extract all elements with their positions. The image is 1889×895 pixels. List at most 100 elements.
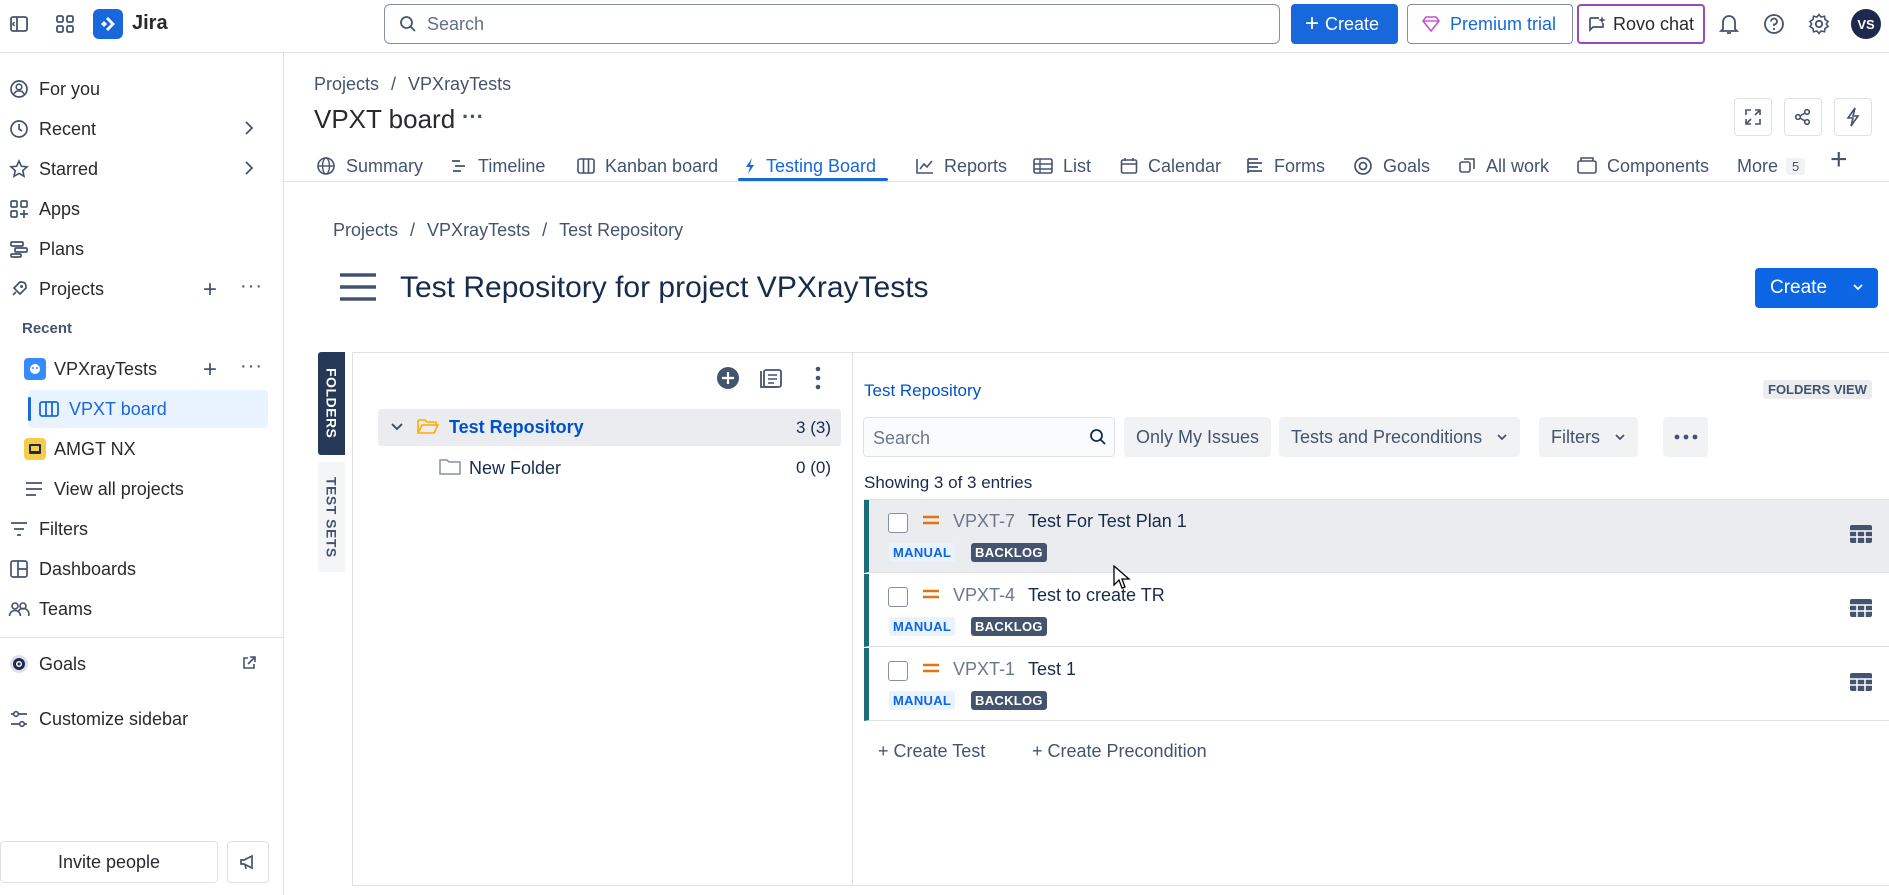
sidebar-divider xyxy=(0,637,284,638)
issue-summary[interactable]: Test For Test Plan 1 xyxy=(1028,511,1187,532)
sidebar-item-teams[interactable]: Teams xyxy=(0,590,284,628)
test-details-table-icon[interactable] xyxy=(1849,672,1873,692)
row-checkbox[interactable] xyxy=(888,587,908,607)
global-search-input[interactable]: Search xyxy=(384,4,1280,44)
folder-node-test-repository[interactable]: Test Repository 3 (3) xyxy=(378,409,841,446)
more-actions-button[interactable] xyxy=(1663,417,1708,457)
tab-goals[interactable]: Goals xyxy=(1353,150,1430,182)
avatar[interactable]: VS xyxy=(1851,9,1881,39)
sidebar-item-plans[interactable]: Plans xyxy=(0,230,284,268)
breadcrumb-project[interactable]: VPXrayTests xyxy=(427,220,530,241)
tests-search-input[interactable]: Search xyxy=(863,417,1115,457)
test-details-table-icon[interactable] xyxy=(1849,524,1873,544)
tab-label: All work xyxy=(1486,155,1550,176)
breadcrumb-test-repository[interactable]: Test Repository xyxy=(559,220,683,241)
more-options-icon[interactable]: ··· xyxy=(240,355,263,378)
external-link-icon[interactable] xyxy=(241,655,257,671)
issue-key[interactable]: VPXT-7 xyxy=(953,511,1015,532)
table-row[interactable]: VPXT-4 Test to create TR MANUAL BACKLOG xyxy=(864,574,1889,647)
sidebar-item-customize[interactable]: Customize sidebar xyxy=(0,700,284,738)
sidebar-item-recent[interactable]: Recent xyxy=(0,110,284,148)
automation-button[interactable] xyxy=(1834,98,1872,136)
tab-forms[interactable]: Forms xyxy=(1246,150,1325,182)
repository-create-button[interactable]: Create xyxy=(1755,268,1878,308)
app-name[interactable]: Jira xyxy=(132,12,168,35)
premium-trial-button[interactable]: Premium trial xyxy=(1407,4,1573,44)
tab-components[interactable]: Components xyxy=(1577,150,1709,182)
test-details-table-icon[interactable] xyxy=(1849,598,1873,618)
chevron-down-icon xyxy=(1852,282,1864,292)
row-checkbox[interactable] xyxy=(888,661,908,681)
sidebar-item-dashboards[interactable]: Dashboards xyxy=(0,550,284,588)
tab-calendar[interactable]: Calendar xyxy=(1120,150,1221,182)
sidebar-item-apps[interactable]: Apps xyxy=(0,190,284,228)
create-button[interactable]: + Create xyxy=(1291,4,1398,44)
folder-actions-icon[interactable] xyxy=(759,367,783,389)
more-options-icon[interactable]: ··· xyxy=(240,275,263,298)
vtab-test-sets[interactable]: TEST SETS xyxy=(318,462,345,572)
sidebar-item-label: For you xyxy=(39,78,101,99)
issue-key[interactable]: VPXT-4 xyxy=(953,585,1015,606)
tab-all-work[interactable]: All work xyxy=(1458,150,1549,182)
tab-list[interactable]: List xyxy=(1033,150,1091,182)
chevron-right-icon[interactable] xyxy=(244,120,254,136)
sidebar-project-amgt-nx[interactable]: AMGT NX xyxy=(0,430,284,468)
hamburger-menu-icon[interactable] xyxy=(340,272,376,302)
fullscreen-button[interactable] xyxy=(1734,98,1772,136)
vtab-folders[interactable]: FOLDERS xyxy=(318,352,345,455)
issue-summary[interactable]: Test to create TR xyxy=(1028,585,1165,606)
feedback-megaphone-button[interactable] xyxy=(227,841,269,883)
issue-key[interactable]: VPXT-1 xyxy=(953,659,1015,680)
issue-summary[interactable]: Test 1 xyxy=(1028,659,1076,680)
sidebar-item-starred[interactable]: Starred xyxy=(0,150,284,188)
folder-tree-panel: Test Repository 3 (3) New Folder 0 (0) xyxy=(352,352,853,886)
sidebar-item-projects[interactable]: Projects + ··· xyxy=(0,270,284,308)
breadcrumb-project[interactable]: VPXrayTests xyxy=(408,74,511,95)
breadcrumb-projects[interactable]: Projects xyxy=(333,220,398,241)
board-more-button[interactable]: ··· xyxy=(462,104,484,130)
sidebar-item-view-all-projects[interactable]: View all projects xyxy=(0,470,284,508)
invite-people-button[interactable]: Invite people xyxy=(0,841,218,883)
tab-reports[interactable]: Reports xyxy=(916,150,1007,182)
chevron-down-icon[interactable] xyxy=(390,422,404,432)
vertical-dots-icon[interactable] xyxy=(815,366,821,390)
folder-node-new-folder[interactable]: New Folder 0 (0) xyxy=(378,449,841,486)
tab-kanban-board[interactable]: Kanban board xyxy=(577,150,718,182)
table-row[interactable]: VPXT-1 Test 1 MANUAL BACKLOG xyxy=(864,648,1889,721)
folder-count: 0 (0) xyxy=(796,458,831,477)
notifications-bell-icon[interactable] xyxy=(1719,13,1739,35)
jira-logo-icon[interactable] xyxy=(93,9,123,39)
chevron-right-icon[interactable] xyxy=(244,160,254,176)
sidebar-item-filters[interactable]: Filters xyxy=(0,510,284,548)
sidebar-item-label: Starred xyxy=(39,158,99,179)
sidebar-item-label: Dashboards xyxy=(39,558,137,579)
issue-type-dropdown[interactable]: Tests and Preconditions xyxy=(1279,417,1521,457)
sidebar-item-for-you[interactable]: For you xyxy=(0,70,284,108)
breadcrumb-projects[interactable]: Projects xyxy=(314,74,379,95)
tab-timeline[interactable]: Timeline xyxy=(450,150,545,182)
app-switcher-icon[interactable] xyxy=(54,13,76,35)
row-checkbox[interactable] xyxy=(888,513,908,533)
help-icon[interactable] xyxy=(1763,13,1785,35)
share-button[interactable] xyxy=(1784,98,1822,136)
settings-gear-icon[interactable] xyxy=(1808,13,1830,35)
rovo-chat-button[interactable]: Rovo chat xyxy=(1577,4,1705,44)
sidebar-item-vpxt-board[interactable]: VPXT board xyxy=(28,390,268,428)
sidebar-item-goals[interactable]: Goals xyxy=(0,645,284,683)
lightning-icon xyxy=(1846,107,1860,127)
sidebar-toggle-icon[interactable] xyxy=(8,13,30,35)
only-my-issues-button[interactable]: Only My Issues xyxy=(1124,417,1272,457)
panel-title[interactable]: Test Repository xyxy=(864,381,981,401)
filters-dropdown[interactable]: Filters xyxy=(1539,417,1638,457)
add-project-plus-icon[interactable]: + xyxy=(203,276,217,304)
add-plus-icon[interactable]: + xyxy=(203,356,217,384)
sidebar-project-vpxraytests[interactable]: VPXrayTests + ··· xyxy=(0,350,284,388)
create-precondition-link[interactable]: + Create Precondition xyxy=(1032,741,1207,762)
add-tab-plus-icon[interactable]: + xyxy=(1830,145,1848,175)
table-row[interactable]: VPXT-7 Test For Test Plan 1 MANUAL BACKL… xyxy=(864,500,1889,573)
tab-more[interactable]: More 5 xyxy=(1737,150,1806,182)
create-test-link[interactable]: + Create Test xyxy=(878,741,985,762)
status-badge: BACKLOG xyxy=(971,617,1047,636)
tab-summary[interactable]: Summary xyxy=(316,150,423,182)
add-folder-icon[interactable] xyxy=(716,366,740,390)
